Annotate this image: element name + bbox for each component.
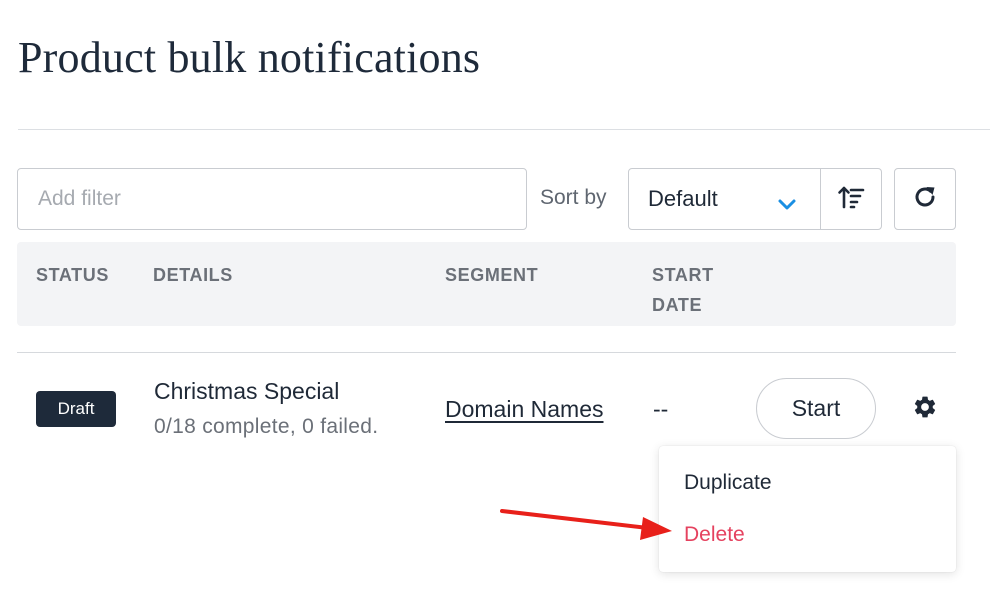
column-header-status[interactable]: STATUS (36, 260, 109, 290)
row-settings-button[interactable] (908, 392, 942, 426)
refresh-button[interactable] (894, 168, 956, 230)
column-header-details[interactable]: DETAILS (153, 260, 233, 290)
page: Product bulk notifications Sort by Defau… (0, 0, 990, 590)
sort-select[interactable]: Default (629, 169, 821, 229)
notification-progress: 0/18 complete, 0 failed. (154, 415, 379, 438)
segment-link[interactable]: Domain Names (445, 396, 604, 423)
row-actions-menu: Duplicate Delete (659, 446, 956, 572)
refresh-icon (911, 183, 939, 216)
start-button[interactable]: Start (756, 378, 876, 439)
title-divider (18, 129, 990, 130)
notification-name: Christmas Special (154, 378, 340, 404)
sort-ascending-icon (837, 183, 865, 216)
menu-item-duplicate[interactable]: Duplicate (684, 471, 772, 495)
table-header: STATUS DETAILS SEGMENT START DATE (17, 242, 956, 326)
row-divider (17, 352, 956, 353)
status-badge: Draft (36, 391, 116, 427)
menu-item-delete[interactable]: Delete (684, 523, 745, 547)
column-header-start-date[interactable]: START DATE (652, 260, 732, 320)
page-title: Product bulk notifications (18, 33, 481, 82)
sort-select-value: Default (648, 186, 718, 211)
sort-control: Default (628, 168, 882, 230)
filter-input[interactable] (17, 168, 527, 230)
chevron-down-icon (777, 192, 797, 218)
sort-direction-button[interactable] (821, 169, 881, 229)
start-date: -- (653, 396, 669, 422)
gear-icon (912, 394, 938, 425)
column-header-segment[interactable]: SEGMENT (445, 260, 538, 290)
sort-label: Sort by (540, 186, 607, 209)
